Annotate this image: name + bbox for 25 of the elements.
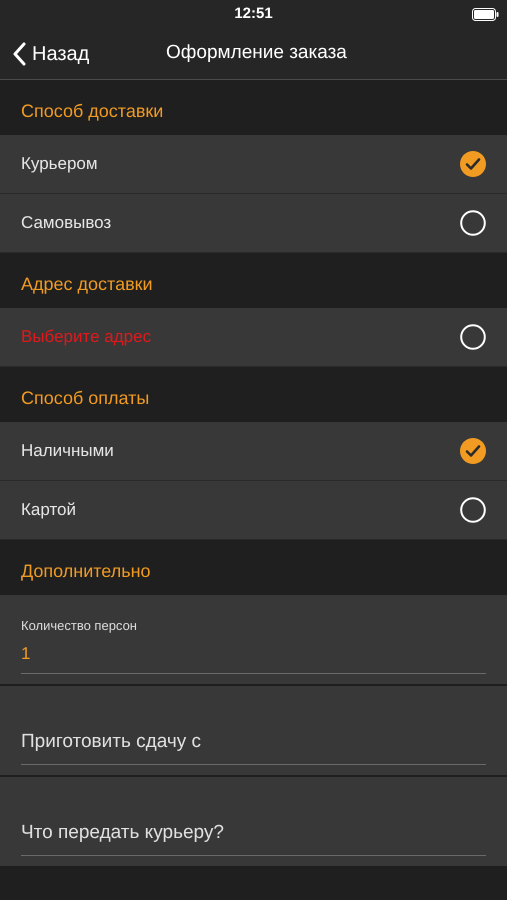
section-header: Дополнительно xyxy=(21,560,151,583)
section-header: Адрес доставки xyxy=(21,273,153,296)
input-field[interactable]: Что передать курьеру? xyxy=(0,777,507,866)
option-label: Картой xyxy=(21,499,76,522)
option-label: Выберите адрес xyxy=(21,326,152,348)
clock-time: 12:51 xyxy=(234,4,273,24)
option-row[interactable]: Картой xyxy=(0,481,507,540)
field-value: 1 xyxy=(21,644,30,663)
section-header: Способ оплаты xyxy=(21,387,150,410)
option-row[interactable]: Наличными xyxy=(0,422,507,481)
option-label: Самовывоз xyxy=(21,212,112,234)
back-button[interactable]: Назад xyxy=(0,38,90,68)
battery-icon xyxy=(472,8,499,21)
option-label: Курьером xyxy=(21,153,98,176)
field-placeholder: Что передать курьеру? xyxy=(21,822,224,842)
option-row[interactable]: Курьером xyxy=(0,135,507,194)
option-label: Наличными xyxy=(21,440,114,462)
field-label: Количество персон xyxy=(21,616,138,635)
field-placeholder: Приготовить сдачу с xyxy=(21,730,202,752)
chevron-left-icon xyxy=(12,42,26,66)
input-field[interactable]: Количество персон 1 xyxy=(0,595,507,684)
input-field[interactable]: Приготовить сдачу с xyxy=(0,686,507,775)
option-row[interactable]: Самовывоз xyxy=(0,194,507,253)
page-title: Оформление заказа xyxy=(166,41,347,66)
section-header: Способ доставки xyxy=(21,100,164,123)
